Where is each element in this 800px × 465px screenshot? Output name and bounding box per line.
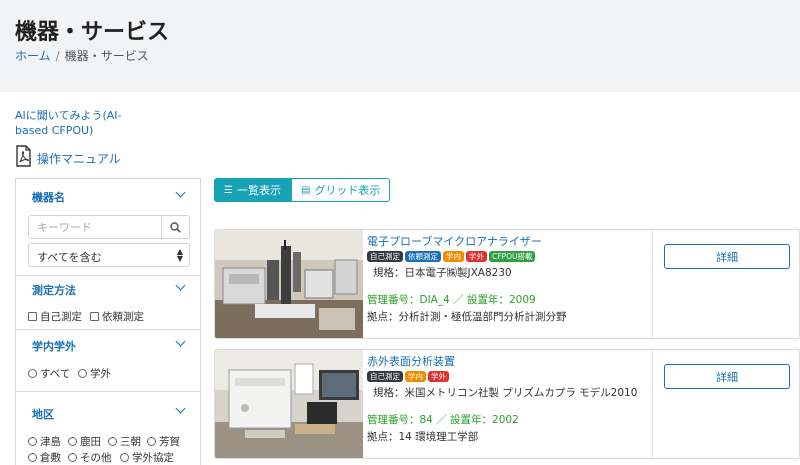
list-icon: ☰ bbox=[224, 184, 233, 196]
divider bbox=[16, 329, 200, 330]
radio-circle[interactable] bbox=[28, 369, 37, 378]
chevron-down-icon[interactable] bbox=[175, 403, 186, 414]
radio-circle[interactable] bbox=[28, 453, 37, 462]
option-label: 倉敷 bbox=[40, 452, 61, 464]
divider bbox=[652, 350, 653, 458]
radio-area-external-agreement[interactable]: 学外協定 bbox=[120, 450, 174, 465]
ai-assistant-link[interactable]: AIに聞いてみよう(AI-based CFPOU) bbox=[15, 108, 135, 138]
search-icon bbox=[170, 221, 181, 233]
equipment-info: 電子プローブマイクロアナライザー 自己測定 依頼測定 学内 学外 CFPOU搭載… bbox=[367, 234, 647, 324]
option-label: 芳賀 bbox=[159, 436, 180, 448]
equipment-card: 赤外表面分析装置 自己測定 学内 学外 規格：米国メトリコン社製 プリズムカプラ… bbox=[214, 349, 800, 459]
manual-label: 操作マニュアル bbox=[37, 152, 121, 166]
badge-group: 自己測定 学内 学外 bbox=[367, 371, 647, 382]
option-label: 学外 bbox=[90, 368, 111, 380]
equipment-management: 管理番号：DIA_4 ／ 設置年：2009 bbox=[367, 294, 536, 306]
radio-circle[interactable] bbox=[108, 437, 117, 446]
keyword-match-select[interactable]: すべてを含む ▲ ▼ bbox=[28, 243, 190, 267]
equipment-info: 赤外表面分析装置 自己測定 学内 学外 規格：米国メトリコン社製 プリズムカプラ… bbox=[367, 354, 647, 444]
radio-all[interactable]: すべて bbox=[28, 366, 70, 381]
radio-circle[interactable] bbox=[147, 437, 156, 446]
equipment-title-link[interactable]: 電子プローブマイクロアナライザー bbox=[367, 234, 647, 249]
keyword-input[interactable] bbox=[29, 216, 161, 238]
filter-equipment-title[interactable]: 機器名 bbox=[32, 189, 65, 205]
radio-area-misasa[interactable]: 三朝 bbox=[108, 434, 141, 449]
radio-area-kurashiki[interactable]: 倉敷 bbox=[28, 450, 61, 465]
radio-circle[interactable] bbox=[120, 453, 129, 462]
view-toggle: ☰ 一覧表示 ▤ グリッド表示 bbox=[214, 178, 391, 202]
filter-campus-title[interactable]: 学内学外 bbox=[32, 338, 76, 354]
chevron-down-icon[interactable] bbox=[175, 187, 186, 198]
filter-area-title[interactable]: 地区 bbox=[32, 406, 54, 422]
radio-circle[interactable] bbox=[78, 369, 87, 378]
chevron-down-icon[interactable] bbox=[175, 336, 186, 347]
checkbox-request-measure[interactable]: 依頼測定 bbox=[90, 309, 144, 324]
option-label: その他 bbox=[80, 452, 112, 464]
radio-circle[interactable] bbox=[28, 437, 37, 446]
divider bbox=[652, 230, 653, 338]
equipment-photo[interactable] bbox=[215, 230, 363, 338]
option-label: 津島 bbox=[40, 436, 61, 448]
equipment-spec: 規格：米国メトリコン社製 プリズムカプラ モデル2010 bbox=[373, 387, 638, 399]
manual-link[interactable]: 操作マニュアル bbox=[15, 145, 121, 167]
badge-external: 学外 bbox=[428, 371, 449, 382]
breadcrumb-home[interactable]: ホーム bbox=[15, 49, 51, 63]
list-view-button[interactable]: ☰ 一覧表示 bbox=[214, 178, 291, 202]
option-label: 自己測定 bbox=[40, 311, 82, 323]
equipment-photo[interactable] bbox=[215, 350, 363, 458]
option-label: 依頼測定 bbox=[102, 311, 144, 323]
select-arrows-icon: ▲ ▼ bbox=[176, 247, 183, 263]
grid-view-label: グリッド表示 bbox=[314, 184, 381, 197]
radio-area-tsushima[interactable]: 津島 bbox=[28, 434, 61, 449]
pdf-icon bbox=[16, 145, 31, 167]
list-view-label: 一覧表示 bbox=[236, 184, 281, 197]
detail-button[interactable]: 詳細 bbox=[664, 364, 790, 389]
divider bbox=[16, 391, 200, 392]
grid-view-button[interactable]: ▤ グリッド表示 bbox=[290, 178, 391, 202]
radio-area-haga[interactable]: 芳賀 bbox=[147, 434, 180, 449]
breadcrumb-separator: / bbox=[55, 49, 60, 63]
chevron-down-icon[interactable] bbox=[175, 280, 186, 291]
equipment-spec: 規格：日本電子㈱製JXA8230 bbox=[373, 267, 512, 279]
option-label: 三朝 bbox=[120, 436, 141, 448]
page-header: 機器・サービス ホーム / 機器・サービス bbox=[0, 0, 800, 92]
filter-sidebar: 機器名 すべてを含む ▲▼ 測定方法 自己測定 依頼測定 学内学外 すべて 学外 bbox=[15, 178, 201, 465]
radio-external[interactable]: 学外 bbox=[78, 366, 111, 381]
badge-request-measure: 依頼測定 bbox=[405, 251, 441, 262]
checkbox-box[interactable] bbox=[28, 312, 37, 321]
breadcrumb-current: 機器・サービス bbox=[64, 49, 149, 63]
detail-button[interactable]: 詳細 bbox=[664, 244, 790, 269]
option-label: 学外協定 bbox=[132, 452, 174, 464]
equipment-management: 管理番号：84 ／ 設置年：2002 bbox=[367, 414, 519, 426]
badge-internal: 学内 bbox=[405, 371, 426, 382]
checkbox-self-measure[interactable]: 自己測定 bbox=[28, 309, 82, 324]
badge-self-measure: 自己測定 bbox=[367, 371, 403, 382]
grid-icon: ▤ bbox=[300, 184, 311, 196]
radio-area-other[interactable]: その他 bbox=[68, 450, 112, 465]
checkbox-box[interactable] bbox=[90, 312, 99, 321]
badge-self-measure: 自己測定 bbox=[367, 251, 403, 262]
divider bbox=[16, 275, 200, 276]
radio-area-shikata[interactable]: 鹿田 bbox=[68, 434, 101, 449]
breadcrumb: ホーム / 機器・サービス bbox=[15, 47, 149, 64]
badge-group: 自己測定 依頼測定 学内 学外 CFPOU搭載 bbox=[367, 251, 647, 262]
equipment-title-link[interactable]: 赤外表面分析装置 bbox=[367, 354, 647, 369]
equipment-location: 拠点：分析計測・極低温部門分析計測分野 bbox=[367, 311, 567, 323]
equipment-location: 拠点：14 環境理工学部 bbox=[367, 431, 479, 443]
option-label: 鹿田 bbox=[80, 436, 101, 448]
radio-circle[interactable] bbox=[68, 453, 77, 462]
filter-method-title[interactable]: 測定方法 bbox=[32, 282, 76, 298]
badge-internal: 学内 bbox=[443, 251, 464, 262]
badge-external: 学外 bbox=[466, 251, 487, 262]
page-title: 機器・サービス bbox=[15, 20, 170, 45]
option-label: すべて bbox=[40, 368, 71, 380]
equipment-card: 電子プローブマイクロアナライザー 自己測定 依頼測定 学内 学外 CFPOU搭載… bbox=[214, 229, 800, 339]
keyword-search-box bbox=[28, 215, 190, 239]
keyword-match-value: すべてを含む bbox=[37, 251, 102, 264]
radio-circle[interactable] bbox=[68, 437, 77, 446]
search-button[interactable] bbox=[161, 216, 189, 238]
badge-cfpou: CFPOU搭載 bbox=[489, 251, 536, 262]
